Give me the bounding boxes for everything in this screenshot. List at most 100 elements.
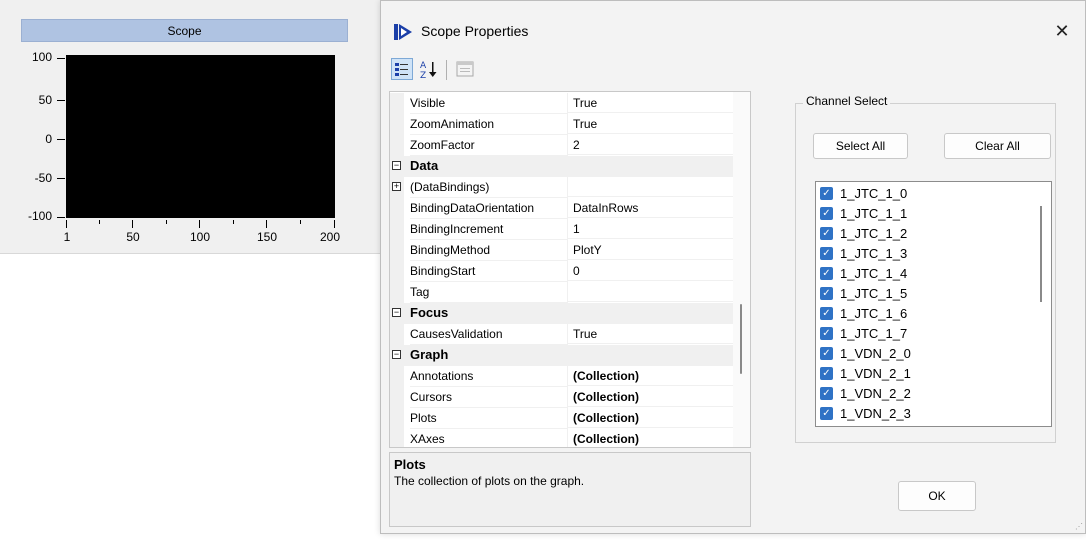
channel-label: 1_JTC_1_6 [840,306,908,321]
property-row[interactable]: ZoomFactor 2 [390,135,748,156]
property-grid[interactable]: Visible True ZoomAnimation True ZoomFact… [389,91,751,448]
channel-item[interactable]: ✓ 1_VDN_2_2 [820,384,1020,404]
alphabetical-button[interactable]: A Z [417,58,439,81]
property-value[interactable] [568,282,748,302]
property-value[interactable]: (Collection) [568,366,748,386]
checkbox-checked-icon[interactable]: ✓ [820,367,833,380]
property-row[interactable]: Tag [390,282,748,303]
channel-checklist[interactable]: ✓ 1_JTC_1_0 ✓ 1_JTC_1_1 ✓ 1_JTC_1_2 ✓ 1_JTC_… [815,181,1052,427]
property-value[interactable] [568,177,748,197]
checkbox-checked-icon[interactable]: ✓ [820,287,833,300]
property-grid-scrollbar[interactable] [733,92,750,447]
y-tick-mark [57,58,65,59]
property-pages-button[interactable] [454,58,476,80]
ok-button[interactable]: OK [898,481,976,511]
x-minor-tick [233,220,234,224]
checkbox-checked-icon[interactable]: ✓ [820,307,833,320]
property-value[interactable]: (Collection) [568,408,748,428]
channel-label: 1_JTC_1_5 [840,286,908,301]
category-graph[interactable]: − Graph [390,345,748,366]
scope-plot-area[interactable] [66,55,335,218]
channel-item[interactable]: ✓ 1_JTC_1_4 [820,264,1020,284]
x-tick-mark [266,220,267,228]
property-row[interactable]: ZoomAnimation True [390,114,748,135]
category-focus[interactable]: − Focus [390,303,748,324]
y-tick-label: -100 [27,209,52,223]
property-row[interactable]: Visible True [390,93,748,114]
property-row[interactable]: + (DataBindings) [390,177,748,198]
property-name: Plots [410,408,568,429]
collapse-icon[interactable]: − [392,161,401,170]
channel-item[interactable]: ✓ 1_JTC_1_2 [820,224,1020,244]
checkbox-checked-icon[interactable]: ✓ [820,187,833,200]
y-tick-mark [57,178,65,179]
property-row[interactable]: CausesValidation True [390,324,748,345]
property-name: Visible [410,93,568,114]
x-tick-mark [66,220,67,228]
expand-icon[interactable]: + [392,182,401,191]
channel-item[interactable]: ✓ 1_VDN_2_1 [820,364,1020,384]
channel-item[interactable]: ✓ 1_JTC_1_3 [820,244,1020,264]
checkbox-checked-icon[interactable]: ✓ [820,407,833,420]
property-value[interactable]: (Collection) [568,387,748,407]
property-value[interactable]: True [568,93,748,113]
property-value[interactable]: 2 [568,135,748,155]
property-row[interactable]: BindingIncrement 1 [390,219,748,240]
channel-label: 1_VDN_2_1 [840,366,911,381]
property-value[interactable]: (Collection) [568,429,748,447]
property-row[interactable]: Annotations (Collection) [390,366,748,387]
svg-text:Z: Z [420,71,426,80]
channel-item[interactable]: ✓ 1_JTC_1_7 [820,324,1020,344]
property-name: Tag [410,282,568,303]
property-row[interactable]: XAxes (Collection) [390,429,748,447]
x-tick-label: 200 [319,230,341,244]
select-all-button[interactable]: Select All [813,133,908,159]
checkbox-checked-icon[interactable]: ✓ [820,327,833,340]
checkbox-checked-icon[interactable]: ✓ [820,227,833,240]
property-value[interactable]: PlotY [568,240,748,260]
property-row[interactable]: BindingStart 0 [390,261,748,282]
dialog-titlebar[interactable]: Scope Properties ✕ [381,1,1085,53]
property-value[interactable]: 1 [568,219,748,239]
list-scrollbar-thumb[interactable] [1040,206,1042,302]
close-button[interactable]: ✕ [1039,13,1085,49]
property-value[interactable]: DataInRows [568,198,748,218]
y-tick-label: 0 [45,132,52,146]
checkbox-checked-icon[interactable]: ✓ [820,207,833,220]
property-row[interactable]: Cursors (Collection) [390,387,748,408]
checkbox-checked-icon[interactable]: ✓ [820,387,833,400]
property-row-selected[interactable]: Plots (Collection) [390,408,748,429]
channel-item[interactable]: ✓ 1_JTC_1_6 [820,304,1020,324]
channel-item[interactable]: ✓ 1_JTC_1_1 [820,204,1020,224]
x-tick-label: 50 [126,230,140,244]
collapse-icon[interactable]: − [392,308,401,317]
description-text: The collection of plots on the graph. [394,474,585,488]
category-data[interactable]: − Data [390,156,748,177]
checkbox-checked-icon[interactable]: ✓ [820,347,833,360]
collapse-icon[interactable]: − [392,350,401,359]
channel-item[interactable]: ✓ 1_VDN_2_0 [820,344,1020,364]
channel-item[interactable]: ✓ 1_VDN_2_3 [820,404,1020,424]
channel-item[interactable]: ✓ 1_JTC_1_0 [820,184,1020,204]
property-row[interactable]: BindingMethod PlotY [390,240,748,261]
property-value[interactable]: True [568,114,748,134]
property-name: Annotations [410,366,568,387]
y-tick-mark [57,139,65,140]
clear-all-button[interactable]: Clear All [944,133,1051,159]
property-value[interactable]: True [568,324,748,344]
scope-graph-panel: Scope 100 50 0 -50 -100 1 50 100 150 200 [0,0,381,254]
channel-label: 1_JTC_1_4 [840,266,908,281]
resize-grip-icon[interactable]: ⋰ [1075,523,1083,531]
scrollbar-thumb[interactable] [740,304,742,374]
channel-label: 1_JTC_1_7 [840,326,908,341]
property-row[interactable]: BindingDataOrientation DataInRows [390,198,748,219]
checkbox-checked-icon[interactable]: ✓ [820,247,833,260]
categorized-button[interactable] [391,58,413,80]
channel-label: 1_JTC_1_2 [840,226,908,241]
checkbox-checked-icon[interactable]: ✓ [820,267,833,280]
property-name: ZoomAnimation [410,114,568,135]
x-tick-label: 100 [189,230,211,244]
property-value[interactable]: 0 [568,261,748,281]
channel-item[interactable]: ✓ 1_JTC_1_5 [820,284,1020,304]
y-tick-label: -50 [34,171,52,185]
